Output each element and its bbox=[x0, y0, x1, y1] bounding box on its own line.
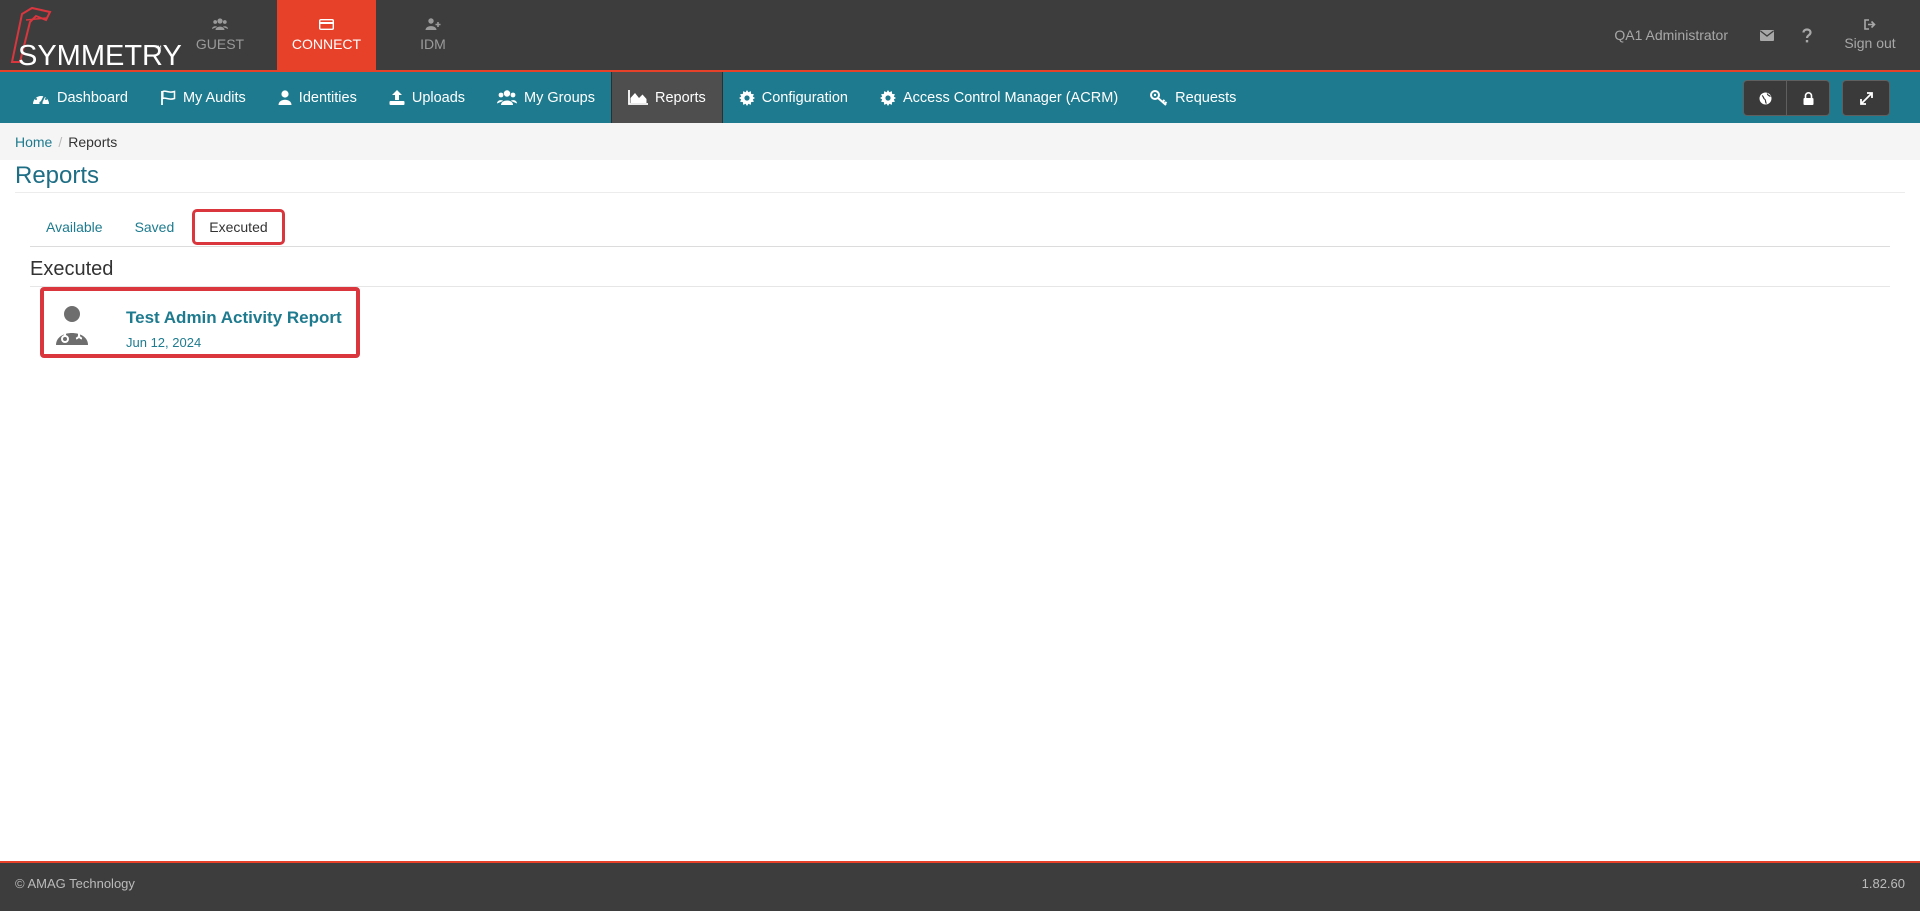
report-name[interactable]: Test Admin Activity Report bbox=[126, 308, 342, 328]
nav-label: Configuration bbox=[761, 89, 848, 106]
footer: © AMAG Technology 1.82.60 bbox=[0, 861, 1920, 911]
users-icon bbox=[497, 90, 518, 105]
nav-label: Dashboard bbox=[57, 89, 128, 106]
breadcrumb-separator: / bbox=[58, 133, 63, 150]
nav-configuration[interactable]: Configuration bbox=[723, 72, 864, 123]
upload-icon bbox=[389, 90, 405, 105]
breadcrumb-current: Reports bbox=[68, 133, 118, 150]
user-icon bbox=[278, 90, 292, 105]
app-switcher: GUEST CONNECT IDM bbox=[178, 0, 490, 70]
app-version: 1.82.60 bbox=[1861, 876, 1905, 891]
nav-access-control-manager[interactable]: Access Control Manager (ACRM) bbox=[864, 72, 1134, 123]
main-nav: Dashboard My Audits Identities Uploads M… bbox=[0, 72, 1920, 123]
nav-label: Reports bbox=[654, 89, 706, 106]
nav-my-groups[interactable]: My Groups bbox=[481, 72, 611, 123]
page-title: Reports bbox=[15, 162, 100, 189]
nav-dashboard[interactable]: Dashboard bbox=[0, 72, 144, 123]
report-date: Jun 12, 2024 bbox=[126, 335, 202, 350]
nav-label: Identities bbox=[298, 89, 357, 106]
help-button[interactable] bbox=[1802, 27, 1812, 43]
envelope-icon bbox=[1760, 29, 1774, 41]
nav-tools bbox=[1743, 80, 1890, 116]
card-icon bbox=[319, 18, 334, 30]
globe-icon bbox=[1759, 92, 1771, 104]
nav-my-audits[interactable]: My Audits bbox=[144, 72, 262, 123]
dashboard-icon bbox=[33, 92, 49, 105]
report-tabs: Available Saved Executed bbox=[30, 209, 1890, 247]
tab-available[interactable]: Available bbox=[30, 209, 119, 245]
lock-icon bbox=[1803, 91, 1813, 105]
sign-out-icon bbox=[1863, 19, 1876, 30]
app-tab-label: CONNECT bbox=[291, 35, 362, 52]
sign-out-button[interactable]: Sign out bbox=[1830, 19, 1910, 51]
app-tab-connect[interactable]: CONNECT bbox=[277, 0, 376, 70]
breadcrumb: Home / Reports bbox=[0, 123, 1920, 160]
users-icon bbox=[212, 18, 228, 30]
nav-uploads[interactable]: Uploads bbox=[373, 72, 481, 123]
title-divider bbox=[15, 192, 1905, 193]
app-tab-idm[interactable]: IDM bbox=[391, 0, 475, 70]
gear-icon bbox=[738, 89, 755, 106]
user-plus-icon bbox=[425, 18, 441, 30]
nav-identities[interactable]: Identities bbox=[262, 72, 373, 123]
symmetry-logo[interactable]: SYMMETRY ™ bbox=[6, 6, 182, 72]
question-icon bbox=[1802, 27, 1812, 42]
fullscreen-button[interactable] bbox=[1842, 80, 1890, 116]
app-tab-label: GUEST bbox=[195, 36, 245, 52]
globe-button[interactable] bbox=[1743, 80, 1787, 116]
sign-out-label: Sign out bbox=[1844, 35, 1896, 51]
copyright: © AMAG Technology bbox=[15, 876, 135, 891]
expand-icon bbox=[1859, 91, 1873, 105]
area-chart-icon bbox=[628, 90, 648, 105]
section-title: Executed bbox=[30, 258, 114, 280]
app-tab-label: IDM bbox=[420, 36, 446, 52]
nav-label: Access Control Manager (ACRM) bbox=[903, 89, 1119, 106]
nav-label: Uploads bbox=[411, 89, 466, 106]
messages-button[interactable] bbox=[1760, 29, 1774, 41]
tab-executed[interactable]: Executed bbox=[192, 209, 285, 245]
key-icon bbox=[1150, 89, 1168, 106]
lock-button[interactable] bbox=[1787, 80, 1830, 116]
report-card[interactable]: Test Admin Activity Report Jun 12, 2024 bbox=[40, 287, 360, 358]
tab-saved[interactable]: Saved bbox=[119, 209, 191, 245]
nav-label: Requests bbox=[1175, 89, 1237, 106]
top-bar: SYMMETRY ™ GUEST CONNECT IDM QA1 Adminis… bbox=[0, 0, 1920, 72]
nav-reports[interactable]: Reports bbox=[610, 72, 723, 123]
app-tab-guest[interactable]: GUEST bbox=[178, 0, 262, 70]
flag-icon bbox=[161, 90, 176, 105]
user-doctor-icon bbox=[56, 306, 88, 345]
gear-icon bbox=[880, 89, 896, 106]
current-user[interactable]: QA1 Administrator bbox=[1614, 27, 1728, 43]
brand-trademark: ™ bbox=[154, 44, 162, 53]
nav-label: My Audits bbox=[182, 89, 246, 106]
nav-label: My Groups bbox=[524, 89, 595, 106]
breadcrumb-home[interactable]: Home bbox=[15, 134, 52, 150]
user-controls: QA1 Administrator Sign out bbox=[1614, 0, 1920, 70]
nav-requests[interactable]: Requests bbox=[1134, 72, 1252, 123]
